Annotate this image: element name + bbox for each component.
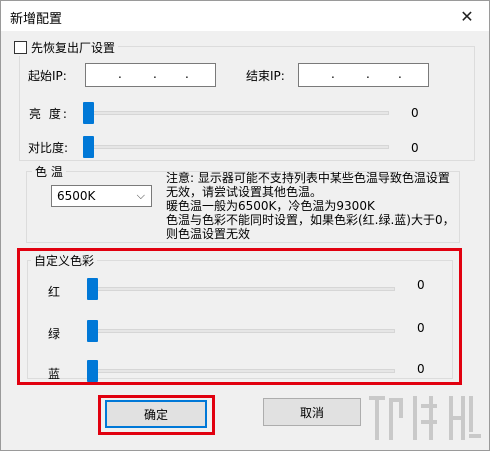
contrast-slider-thumb[interactable]	[83, 136, 94, 158]
close-icon: ✕	[460, 6, 474, 26]
color-temp-select[interactable]: 6500K ⌵	[51, 185, 152, 207]
custom-color-title: 自定义色彩	[31, 252, 98, 269]
dialog-window: 新增配置 ✕ 先恢复出厂设置 起始IP: . . . 结束IP: . . . 亮…	[0, 0, 490, 451]
green-slider[interactable]	[87, 319, 395, 343]
cancel-button-label: 取消	[299, 405, 324, 420]
color-temp-selected: 6500K	[57, 189, 96, 203]
brightness-slider[interactable]	[83, 101, 389, 125]
watermark-logo	[369, 396, 481, 440]
red-label: 红	[48, 285, 61, 299]
note-line: 无效，请尝试设置其他色温。	[166, 185, 323, 199]
blue-value: 0	[417, 362, 425, 376]
end-ip-input[interactable]: . . .	[298, 63, 429, 87]
green-label: 绿	[48, 327, 61, 341]
ok-button-label: 确定	[143, 407, 168, 422]
note-line: 色温与色彩不能同时设置，如果色彩(红.绿.蓝)大于0，	[166, 213, 455, 227]
blue-slider-thumb[interactable]	[87, 360, 98, 382]
note-line: 则色温设置无效	[166, 227, 251, 241]
green-value: 0	[417, 321, 425, 335]
red-slider-thumb[interactable]	[87, 278, 98, 300]
color-temp-title: 色 温	[32, 163, 66, 180]
blue-slider[interactable]	[87, 359, 395, 383]
contrast-label: 对比度:	[28, 141, 69, 155]
restore-defaults-label: 先恢复出厂设置	[31, 41, 116, 55]
note-line: 注意: 显示器可能不支持列表中某些色温导致色温设置	[166, 171, 450, 185]
contrast-value: 0	[411, 141, 419, 155]
start-ip-input[interactable]: . . .	[85, 63, 216, 87]
red-value: 0	[417, 278, 425, 292]
blue-label: 蓝	[48, 367, 61, 381]
red-slider[interactable]	[87, 277, 395, 301]
close-button[interactable]: ✕	[445, 1, 489, 31]
window-title: 新增配置	[10, 12, 63, 27]
green-slider-thumb[interactable]	[87, 320, 98, 342]
restore-defaults-checkbox[interactable]: 先恢复出厂设置	[11, 39, 119, 56]
color-temp-note: 注意: 显示器可能不支持列表中某些色温导致色温设置 无效，请尝试设置其他色温。 …	[166, 171, 455, 241]
end-ip-label: 结束IP:	[246, 69, 285, 83]
brightness-slider-thumb[interactable]	[83, 102, 94, 124]
chevron-down-icon: ⌵	[136, 189, 145, 202]
brightness-value: 0	[411, 106, 419, 120]
contrast-slider[interactable]	[83, 135, 389, 159]
dialog-body: 先恢复出厂设置 起始IP: . . . 结束IP: . . . 亮 度: 0 对…	[1, 31, 489, 450]
ok-button[interactable]: 确定	[105, 400, 207, 428]
brightness-label: 亮 度:	[29, 107, 69, 121]
checkbox-box[interactable]	[14, 41, 27, 54]
cancel-button[interactable]: 取消	[263, 398, 361, 426]
start-ip-label: 起始IP:	[28, 69, 67, 83]
note-line: 暖色温一般为6500K，冷色温为9300K	[166, 199, 375, 213]
title-bar: 新增配置 ✕	[1, 1, 489, 31]
